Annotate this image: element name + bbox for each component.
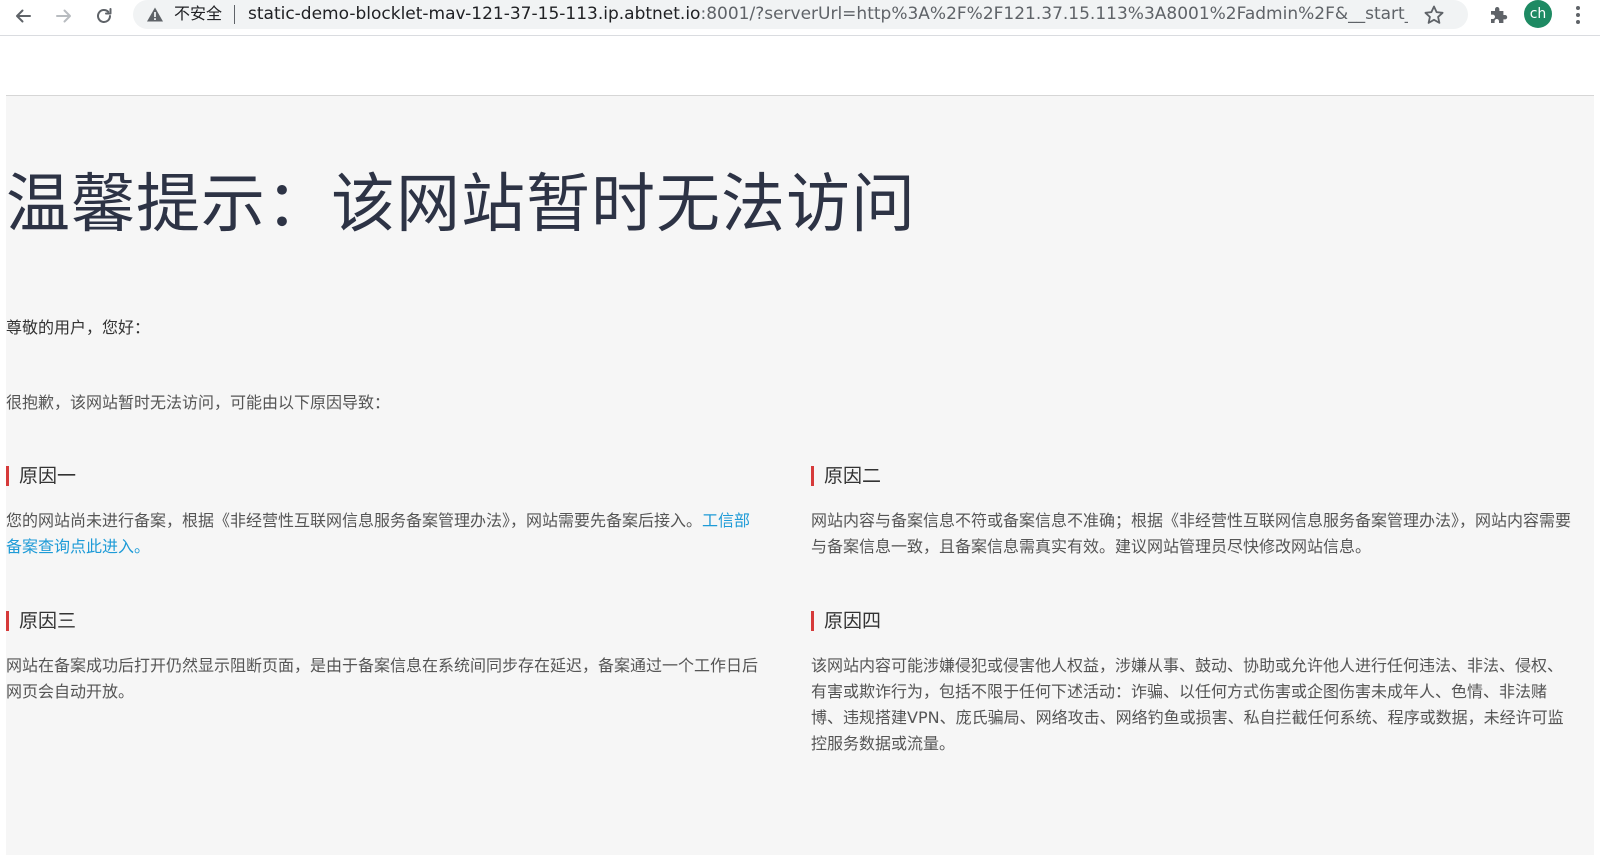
reason-description: 该网站内容可能涉嫌侵犯或侵害他人权益，涉嫌从事、鼓动、协助或允许他人进行任何违法…: [811, 656, 1564, 753]
security-status-label[interactable]: 不安全: [174, 3, 222, 25]
reason-card-1: 原因一 您的网站尚未进行备案，根据《非经营性互联网信息服务备案管理办法》，网站需…: [6, 463, 756, 560]
address-bar[interactable]: 不安全 static-demo-blocklet-mav-121-37-15-1…: [133, 0, 1468, 29]
browser-toolbar: 不安全 static-demo-blocklet-mav-121-37-15-1…: [0, 0, 1600, 36]
arrow-left-icon: [16, 9, 31, 23]
reason-accent-bar: [811, 466, 814, 486]
reason-card-3: 原因三 网站在备案成功后打开仍然显示阻断页面，是由于备案信息在系统间同步存在延迟…: [6, 608, 771, 705]
reason-title: 原因三: [19, 610, 77, 632]
back-button[interactable]: [7, 2, 39, 30]
greeting-text: 尊敬的用户，您好：: [6, 318, 151, 337]
forward-button[interactable]: [48, 2, 80, 30]
more-vertical-icon[interactable]: [1568, 2, 1588, 28]
profile-avatar[interactable]: ch: [1524, 0, 1552, 28]
reason-accent-bar: [6, 466, 9, 486]
arrow-right-icon: [56, 9, 71, 23]
bookmark-star-icon[interactable]: [1423, 4, 1445, 26]
notice-panel: 温馨提示：该网站暂时无法访问 尊敬的用户，您好： 很抱歉，该网站暂时无法访问，可…: [6, 96, 1594, 855]
reason-title: 原因一: [19, 465, 77, 487]
reload-icon: [97, 8, 112, 23]
reason-accent-bar: [811, 611, 814, 631]
reason-text: 您的网站尚未进行备案，根据《非经营性互联网信息服务备案管理办法》，网站需要先备案…: [6, 511, 703, 530]
reason-title: 原因二: [824, 465, 882, 487]
web-page: 温馨提示：该网站暂时无法访问 尊敬的用户，您好： 很抱歉，该网站暂时无法访问，可…: [0, 36, 1600, 855]
reload-button[interactable]: [88, 2, 120, 30]
warning-icon[interactable]: [146, 6, 164, 23]
reason-header: 原因四: [811, 608, 1576, 634]
url-host: static-demo-blocklet-mav-121-37-15-113.i…: [248, 4, 701, 24]
reason-header: 原因三: [6, 608, 771, 634]
url-text[interactable]: static-demo-blocklet-mav-121-37-15-113.i…: [248, 2, 1408, 26]
reason-header: 原因一: [6, 463, 756, 489]
reason-description: 网站在备案成功后打开仍然显示阻断页面，是由于备案信息在系统间同步存在延迟，备案通…: [6, 656, 759, 701]
intro-text: 很抱歉，该网站暂时无法访问，可能由以下原因导致：: [6, 393, 391, 412]
omnibox-divider: [234, 5, 235, 24]
reason-description: 您的网站尚未进行备案，根据《非经营性互联网信息服务备案管理办法》，网站需要先备案…: [6, 508, 756, 560]
reason-card-2: 原因二 网站内容与备案信息不符或备案信息不准确；根据《非经营性互联网信息服务备案…: [811, 463, 1576, 560]
extensions-puzzle-icon[interactable]: [1486, 2, 1512, 28]
url-path: :8001/?serverUrl=http%3A%2F%2F121.37.15.…: [700, 4, 1408, 24]
reason-card-4: 原因四 该网站内容可能涉嫌侵犯或侵害他人权益，涉嫌从事、鼓动、协助或允许他人进行…: [811, 608, 1576, 757]
reason-description: 网站内容与备案信息不符或备案信息不准确；根据《非经营性互联网信息服务备案管理办法…: [811, 511, 1572, 556]
reason-accent-bar: [6, 611, 9, 631]
reason-header: 原因二: [811, 463, 1576, 489]
page-title: 温馨提示：该网站暂时无法访问: [6, 168, 916, 242]
reason-title: 原因四: [824, 610, 882, 632]
